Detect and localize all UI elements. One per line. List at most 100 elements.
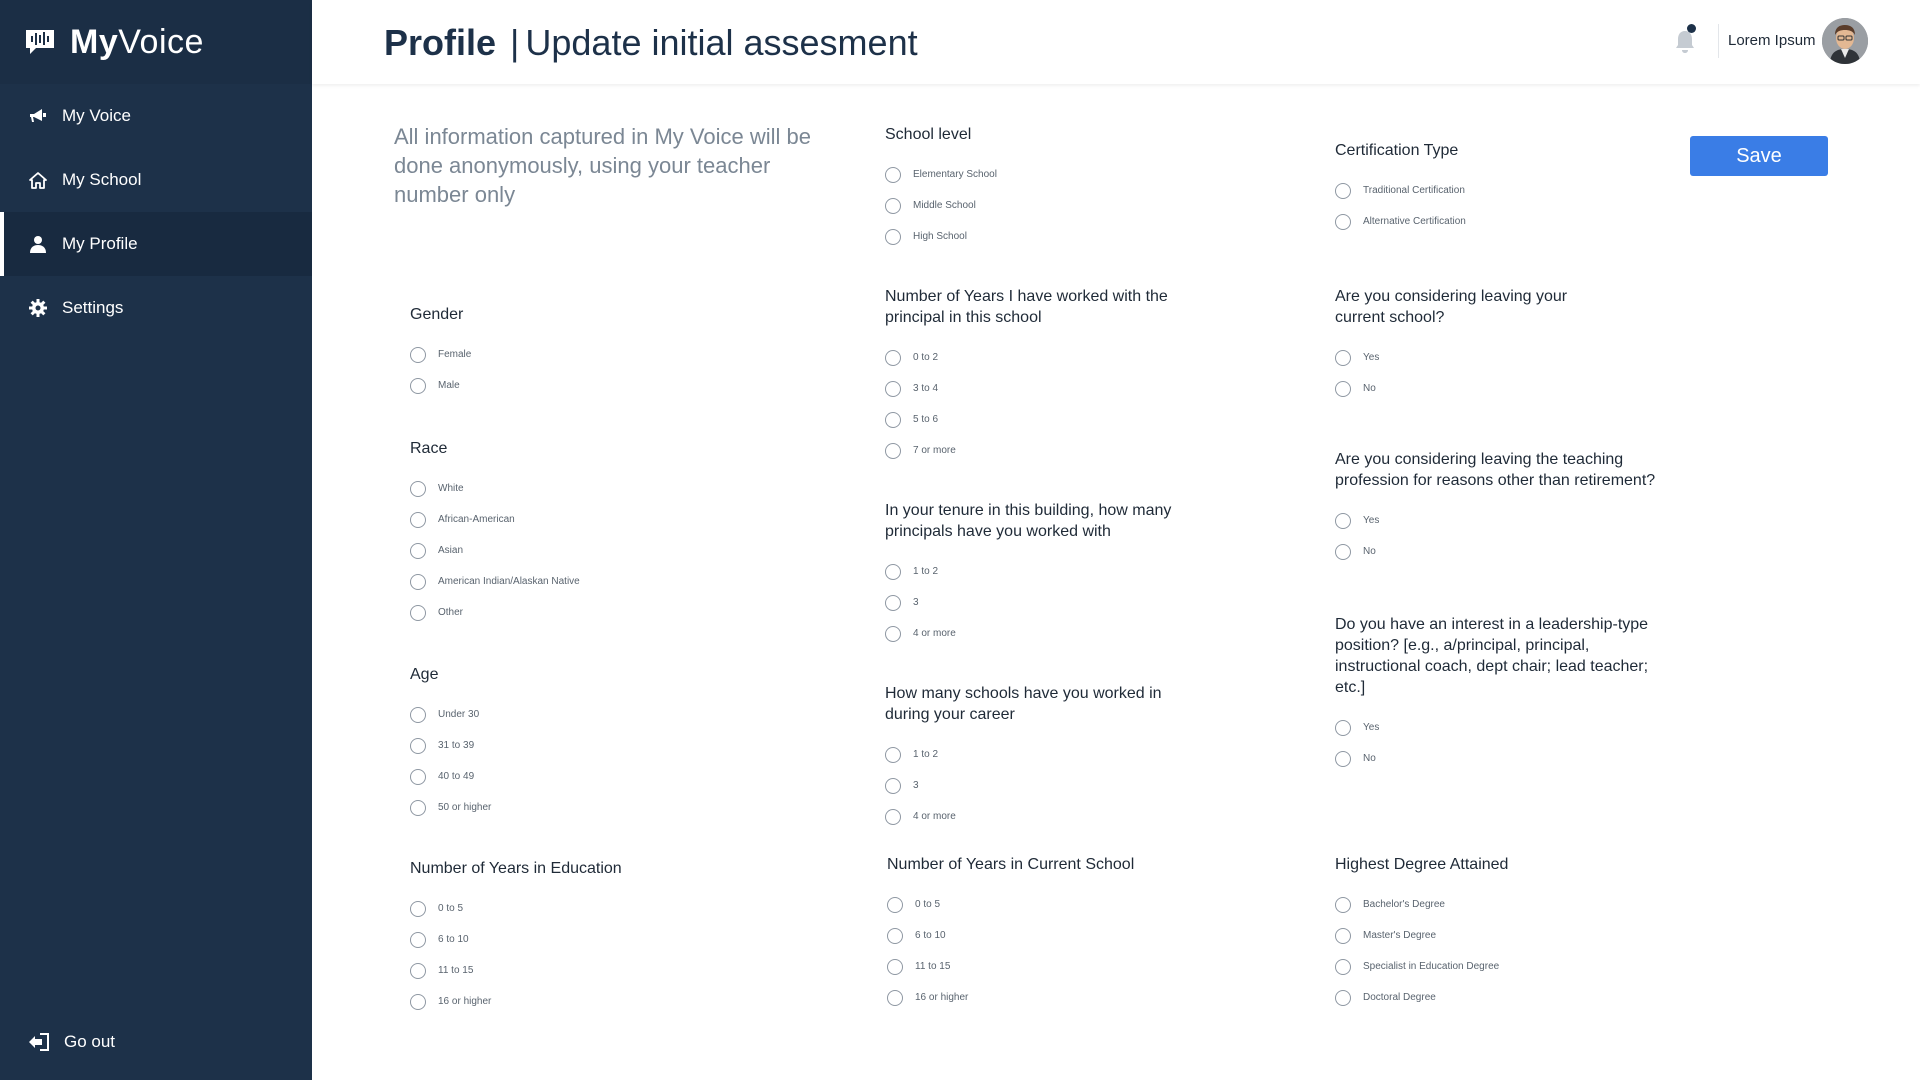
- radio-option[interactable]: High School: [885, 221, 997, 252]
- radio-button[interactable]: [1335, 750, 1351, 767]
- go-out-button[interactable]: Go out: [0, 1014, 312, 1070]
- radio-option[interactable]: No: [1335, 743, 1665, 774]
- radio-button[interactable]: [1335, 927, 1351, 944]
- radio-button[interactable]: [410, 706, 426, 723]
- radio-button[interactable]: [1335, 958, 1351, 975]
- radio-button[interactable]: [1335, 719, 1351, 736]
- sidebar-item-settings[interactable]: Settings: [0, 276, 312, 340]
- radio-button[interactable]: [410, 480, 426, 497]
- radio-option[interactable]: Asian: [410, 535, 580, 566]
- radio-button[interactable]: [1335, 896, 1351, 913]
- radio-option[interactable]: Yes: [1335, 712, 1665, 743]
- radio-button[interactable]: [410, 900, 426, 917]
- radio-option[interactable]: 3: [885, 770, 1185, 801]
- schools-worked-group: How many schools have you worked in duri…: [885, 683, 1185, 832]
- radio-option[interactable]: African-American: [410, 504, 580, 535]
- avatar[interactable]: [1822, 18, 1868, 64]
- radio-option[interactable]: White: [410, 473, 580, 504]
- radio-button[interactable]: [885, 594, 901, 611]
- question-label: In your tenure in this building, how man…: [885, 502, 1172, 540]
- radio-option[interactable]: 0 to 5: [410, 893, 622, 924]
- radio-option[interactable]: 16 or higher: [887, 982, 1134, 1013]
- radio-button[interactable]: [885, 349, 901, 366]
- radio-option[interactable]: Yes: [1335, 505, 1675, 536]
- radio-button[interactable]: [887, 989, 903, 1006]
- radio-button[interactable]: [1335, 543, 1351, 560]
- radio-button[interactable]: [885, 808, 901, 825]
- radio-button[interactable]: [410, 962, 426, 979]
- radio-option[interactable]: Specialist in Education Degree: [1335, 951, 1508, 982]
- radio-option[interactable]: 0 to 5: [887, 889, 1134, 920]
- radio-option[interactable]: 11 to 15: [887, 951, 1134, 982]
- radio-button[interactable]: [885, 442, 901, 459]
- radio-option[interactable]: No: [1335, 536, 1675, 567]
- radio-button[interactable]: [410, 573, 426, 590]
- radio-option[interactable]: Male: [410, 370, 471, 401]
- radio-option[interactable]: 40 to 49: [410, 761, 491, 792]
- radio-button[interactable]: [1335, 512, 1351, 529]
- brand-logo[interactable]: MyVoice: [0, 0, 312, 84]
- radio-button[interactable]: [887, 896, 903, 913]
- radio-button[interactable]: [887, 927, 903, 944]
- radio-option[interactable]: Yes: [1335, 342, 1605, 373]
- radio-option[interactable]: Elementary School: [885, 159, 997, 190]
- radio-option[interactable]: 50 or higher: [410, 792, 491, 823]
- radio-option[interactable]: 6 to 10: [410, 924, 622, 955]
- radio-option[interactable]: 7 or more: [885, 435, 1185, 466]
- radio-option[interactable]: 3: [885, 587, 1205, 618]
- radio-button[interactable]: [410, 799, 426, 816]
- radio-option[interactable]: 1 to 2: [885, 556, 1205, 587]
- radio-button[interactable]: [1335, 182, 1351, 199]
- radio-button[interactable]: [885, 563, 901, 580]
- user-name[interactable]: Lorem Ipsum: [1728, 32, 1816, 49]
- radio-option[interactable]: 16 or higher: [410, 986, 622, 1017]
- radio-option[interactable]: Under 30: [410, 699, 491, 730]
- save-button[interactable]: Save: [1690, 136, 1828, 176]
- radio-button[interactable]: [410, 377, 426, 394]
- radio-option[interactable]: 31 to 39: [410, 730, 491, 761]
- radio-option[interactable]: 3 to 4: [885, 373, 1185, 404]
- home-icon: [28, 170, 48, 190]
- radio-button[interactable]: [410, 737, 426, 754]
- radio-button[interactable]: [885, 228, 901, 245]
- radio-button[interactable]: [1335, 989, 1351, 1006]
- radio-button[interactable]: [1335, 213, 1351, 230]
- radio-option[interactable]: Other: [410, 597, 580, 628]
- radio-button[interactable]: [410, 604, 426, 621]
- radio-option[interactable]: 4 or more: [885, 801, 1185, 832]
- sidebar-item-my-profile[interactable]: My Profile: [0, 212, 312, 276]
- radio-button[interactable]: [887, 958, 903, 975]
- radio-option[interactable]: 4 or more: [885, 618, 1205, 649]
- radio-option[interactable]: 0 to 2: [885, 342, 1185, 373]
- radio-button[interactable]: [885, 746, 901, 763]
- radio-option[interactable]: 5 to 6: [885, 404, 1185, 435]
- radio-button[interactable]: [885, 166, 901, 183]
- radio-option[interactable]: Master's Degree: [1335, 920, 1508, 951]
- radio-option[interactable]: American Indian/Alaskan Native: [410, 566, 580, 597]
- radio-button[interactable]: [410, 931, 426, 948]
- radio-button[interactable]: [410, 993, 426, 1010]
- radio-option[interactable]: 6 to 10: [887, 920, 1134, 951]
- radio-button[interactable]: [410, 346, 426, 363]
- radio-option[interactable]: 1 to 2: [885, 739, 1185, 770]
- radio-button[interactable]: [410, 511, 426, 528]
- radio-button[interactable]: [885, 777, 901, 794]
- sidebar-item-my-voice[interactable]: My Voice: [0, 84, 312, 148]
- radio-option[interactable]: Middle School: [885, 190, 997, 221]
- radio-button[interactable]: [885, 197, 901, 214]
- radio-button[interactable]: [410, 542, 426, 559]
- radio-option[interactable]: Female: [410, 339, 471, 370]
- radio-button[interactable]: [1335, 380, 1351, 397]
- radio-option[interactable]: Bachelor's Degree: [1335, 889, 1508, 920]
- radio-option[interactable]: No: [1335, 373, 1605, 404]
- radio-button[interactable]: [885, 380, 901, 397]
- radio-button[interactable]: [885, 625, 901, 642]
- radio-button[interactable]: [1335, 349, 1351, 366]
- radio-option[interactable]: Doctoral Degree: [1335, 982, 1508, 1013]
- radio-option[interactable]: Traditional Certification: [1335, 175, 1466, 206]
- radio-button[interactable]: [885, 411, 901, 428]
- sidebar-item-my-school[interactable]: My School: [0, 148, 312, 212]
- radio-button[interactable]: [410, 768, 426, 785]
- radio-option[interactable]: Alternative Certification: [1335, 206, 1466, 237]
- radio-option[interactable]: 11 to 15: [410, 955, 622, 986]
